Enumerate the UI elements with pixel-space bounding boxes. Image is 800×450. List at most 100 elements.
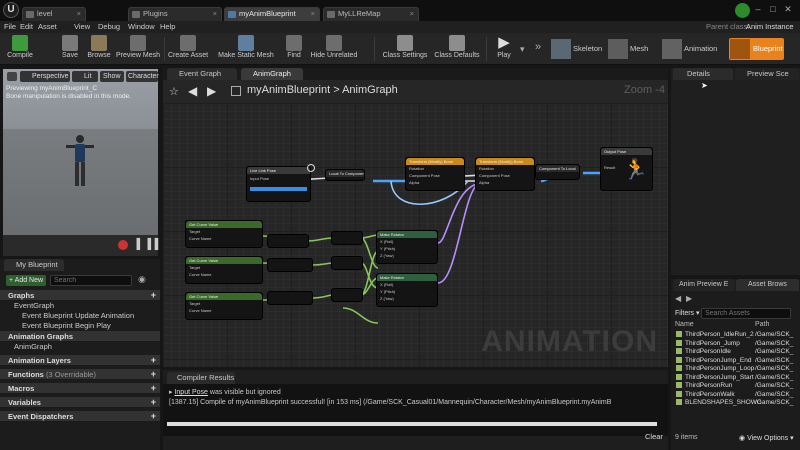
blueprint-search-input[interactable] xyxy=(50,275,132,286)
column-path[interactable]: Path xyxy=(755,321,769,328)
graph-item-update[interactable]: Event Blueprint Update Animation xyxy=(0,311,160,321)
eye-icon[interactable]: ◉ xyxy=(138,274,146,285)
asset-search-input[interactable] xyxy=(701,308,791,319)
anim-preview-tab[interactable]: Anim Preview E xyxy=(673,279,735,291)
minimize-icon[interactable]: – xyxy=(752,4,764,14)
node-make-rotator-1[interactable]: Make Rotator X (Roll) Y (Pitch) Z (Yaw) xyxy=(376,230,438,264)
browse-button[interactable]: Browse xyxy=(86,34,112,64)
record-icon[interactable] xyxy=(118,240,128,250)
maximize-icon[interactable]: □ xyxy=(767,4,779,14)
list-item[interactable]: ThirdPersonWalk/Game/SCK_ xyxy=(671,391,800,400)
back-arrow-icon[interactable]: ◀ xyxy=(188,84,197,98)
list-item[interactable]: ThirdPerson_Jump/Game/SCK_ xyxy=(671,340,800,349)
back-arrow-icon[interactable]: ◀ xyxy=(675,294,681,303)
event-dispatchers-section[interactable]: Event Dispatchers + xyxy=(0,411,160,422)
node-multiply-2[interactable] xyxy=(267,258,313,272)
node-output-pose[interactable]: Output Pose Result 🏃 xyxy=(600,147,653,191)
node-get-curve-2[interactable]: Get Curve Value Target Curve Name xyxy=(185,256,263,284)
pause-icon[interactable]: ▐▐ xyxy=(144,239,158,250)
node-multiply-3[interactable] xyxy=(267,291,313,305)
menu-debug[interactable]: Debug xyxy=(98,21,120,33)
make-static-mesh-button[interactable]: Make Static Mesh xyxy=(216,34,276,64)
class-defaults-button[interactable]: Class Defaults xyxy=(434,34,480,64)
menu-edit[interactable]: Edit xyxy=(20,21,33,33)
node-transform-bone-a[interactable]: Transform (Modify) Bone Rotation Compone… xyxy=(405,157,465,191)
clear-button[interactable]: Clear xyxy=(645,432,663,441)
view-options-button[interactable]: ◉ View Options ▾ xyxy=(739,434,794,442)
asset-browser-tab[interactable]: Asset Brows xyxy=(736,279,799,291)
graph-item-eventgraph[interactable]: EventGraph xyxy=(0,301,160,311)
tab-animgraph[interactable]: AnimGraph xyxy=(241,68,303,80)
list-item[interactable]: ThirdPersonIdle/Game/SCK_ xyxy=(671,348,800,357)
tab-level[interactable]: level × xyxy=(22,7,86,21)
forward-arrow-icon[interactable]: ▶ xyxy=(686,294,692,303)
preview-mesh-button[interactable]: Preview Mesh xyxy=(116,34,160,64)
list-item[interactable]: ThirdPerson_IdleRun_2/Game/SCK_ xyxy=(671,331,800,340)
hide-unrelated-button[interactable]: Hide Unrelated xyxy=(310,34,358,64)
mode-mesh[interactable]: Mesh xyxy=(608,38,654,60)
log-scrollbar[interactable] xyxy=(167,422,657,426)
star-icon[interactable]: ☆ xyxy=(169,85,179,98)
node-live-link-pose[interactable]: Live Link Pose Input Pose xyxy=(246,166,311,202)
column-name[interactable]: Name xyxy=(675,321,694,328)
close-icon[interactable]: × xyxy=(410,8,414,20)
list-item[interactable]: ThirdPersonJump_Loop/Game/SCK_ xyxy=(671,365,800,374)
node-get-curve-1[interactable]: Get Curve Value Target Curve Name xyxy=(185,220,263,248)
menu-file[interactable]: File xyxy=(4,21,16,33)
find-button[interactable]: Find xyxy=(284,34,304,64)
preview-scene-tab[interactable]: Preview Sce xyxy=(735,68,799,80)
perspective-button[interactable]: Perspective xyxy=(20,71,70,82)
anim-graph-canvas[interactable]: Live Link Pose Input Pose Local To Compo… xyxy=(163,103,668,367)
list-item[interactable]: ThirdPersonJump_End/Game/SCK_ xyxy=(671,357,800,366)
add-layer-icon[interactable]: + xyxy=(151,355,156,366)
node-transform-bone-b[interactable]: Transform (Modify) Bone Rotation Compone… xyxy=(475,157,535,191)
details-tab[interactable]: Details xyxy=(673,68,733,80)
menu-window[interactable]: Window xyxy=(128,21,155,33)
node-component-to-local[interactable]: Component To Local xyxy=(535,164,580,180)
mode-animation[interactable]: Animation xyxy=(662,38,724,60)
tab-event-graph[interactable]: Event Graph xyxy=(167,68,237,80)
filters-button[interactable]: Filters ▾ xyxy=(675,309,700,317)
menu-view[interactable]: View xyxy=(74,21,90,33)
add-graph-icon[interactable]: + xyxy=(151,290,156,301)
add-dispatcher-icon[interactable]: + xyxy=(151,411,156,422)
save-button[interactable]: Save xyxy=(56,34,84,64)
list-item[interactable]: BLENDSHAPES_SHOWC/Game/SCK_ xyxy=(671,399,800,408)
breadcrumb-root[interactable]: myAnimBlueprint xyxy=(247,84,330,96)
add-variable-icon[interactable]: + xyxy=(151,397,156,408)
create-asset-button[interactable]: Create Asset xyxy=(168,34,208,64)
node-add-2[interactable] xyxy=(331,256,363,270)
node-add-1[interactable] xyxy=(331,231,363,245)
graphs-section[interactable]: Graphs + xyxy=(0,290,160,301)
viewport[interactable]: Perspective Lit Show Character Previewin… xyxy=(3,69,159,256)
node-multiply-1[interactable] xyxy=(267,234,309,248)
compile-button[interactable]: Compile xyxy=(4,34,36,64)
add-new-button[interactable]: + Add New xyxy=(6,275,46,286)
list-item[interactable]: ThirdPersonJump_Start/Game/SCK_ xyxy=(671,374,800,383)
add-function-icon[interactable]: + xyxy=(151,369,156,380)
close-window-icon[interactable]: ✕ xyxy=(782,4,794,14)
node-add-3[interactable] xyxy=(331,288,363,302)
menu-asset[interactable]: Asset xyxy=(38,21,57,33)
animation-layers-section[interactable]: Animation Layers + xyxy=(0,355,160,366)
variables-section[interactable]: Variables + xyxy=(0,397,160,408)
show-button[interactable]: Show xyxy=(100,71,124,82)
rewind-icon[interactable]: ▐ xyxy=(133,239,140,250)
close-icon[interactable]: × xyxy=(77,8,81,20)
tab-plugins[interactable]: Plugins × xyxy=(128,7,222,21)
close-icon[interactable]: × xyxy=(311,8,315,20)
node-local-to-component[interactable]: Local To Component xyxy=(325,169,365,181)
node-make-rotator-2[interactable]: Make Rotator X (Roll) Y (Pitch) Z (Yaw) xyxy=(376,273,438,307)
tab-myllremap[interactable]: MyLLReMap × xyxy=(323,7,419,21)
play-button[interactable]: ▶ Play xyxy=(494,34,514,64)
close-icon[interactable]: × xyxy=(213,8,217,20)
anim-graph-item[interactable]: AnimGraph xyxy=(0,342,160,352)
class-settings-button[interactable]: Class Settings xyxy=(382,34,428,64)
macros-section[interactable]: Macros + xyxy=(0,383,160,394)
menu-help[interactable]: Help xyxy=(160,21,175,33)
add-macro-icon[interactable]: + xyxy=(151,383,156,394)
functions-section[interactable]: Functions (3 Overridable) + xyxy=(0,369,160,380)
node-get-curve-3[interactable]: Get Curve Value Target Curve Name xyxy=(185,292,263,320)
graph-item-begin-play[interactable]: Event Blueprint Begin Play xyxy=(0,321,160,331)
dropdown-arrow-icon[interactable]: ▾ xyxy=(520,44,525,55)
